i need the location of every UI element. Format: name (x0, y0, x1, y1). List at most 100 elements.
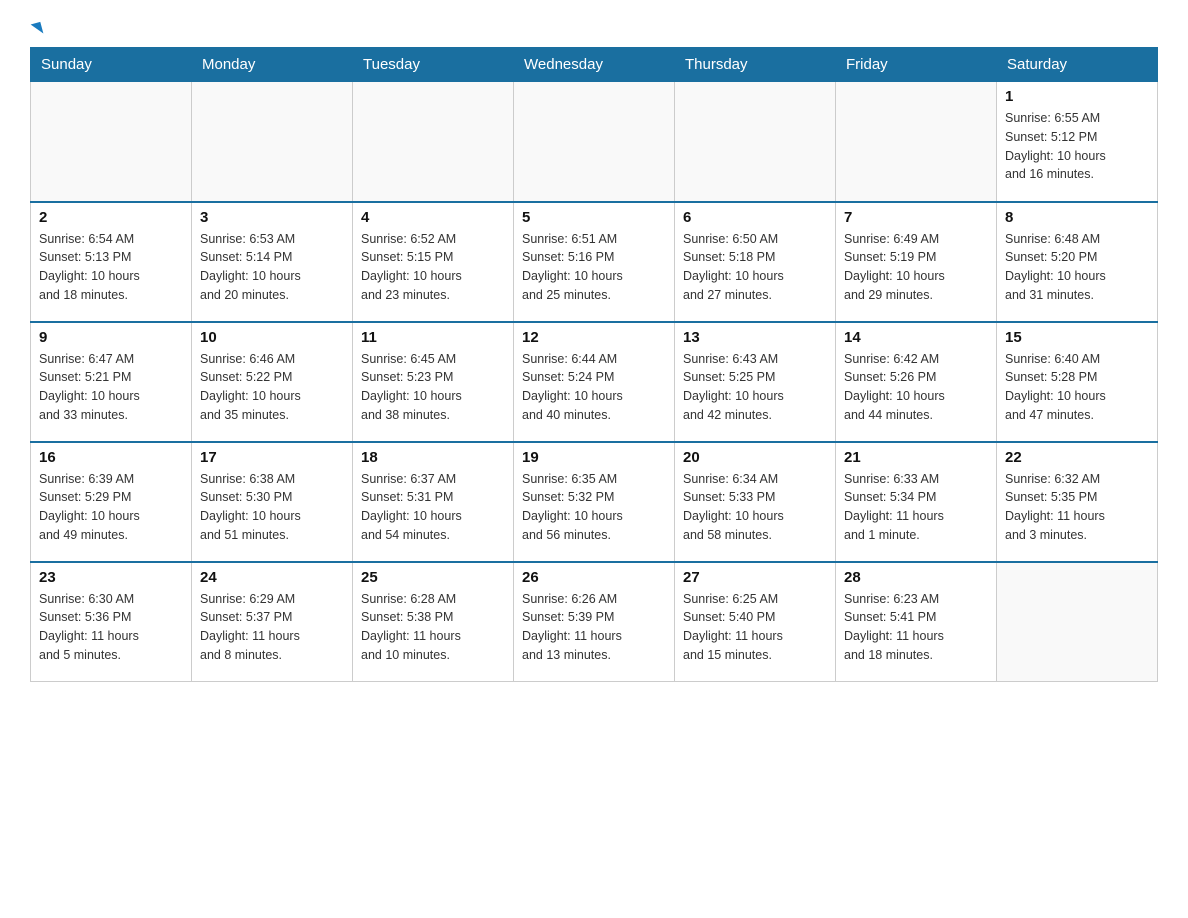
day-number: 15 (1005, 329, 1149, 346)
day-info: Sunrise: 6:42 AMSunset: 5:26 PMDaylight:… (844, 350, 988, 425)
day-info: Sunrise: 6:48 AMSunset: 5:20 PMDaylight:… (1005, 230, 1149, 305)
day-info: Sunrise: 6:37 AMSunset: 5:31 PMDaylight:… (361, 470, 505, 545)
day-info: Sunrise: 6:45 AMSunset: 5:23 PMDaylight:… (361, 350, 505, 425)
calendar-header-thursday: Thursday (675, 48, 836, 82)
day-number: 17 (200, 449, 344, 466)
calendar-day-cell: 19 Sunrise: 6:35 AMSunset: 5:32 PMDayligh… (514, 442, 675, 562)
calendar-day-cell: 16 Sunrise: 6:39 AMSunset: 5:29 PMDayligh… (31, 442, 192, 562)
calendar-day-cell: 18 Sunrise: 6:37 AMSunset: 5:31 PMDayligh… (353, 442, 514, 562)
day-info: Sunrise: 6:55 AMSunset: 5:12 PMDaylight:… (1005, 109, 1149, 184)
calendar-day-cell: 22Sunrise: 6:32 AMSunset: 5:35 PMDayligh… (997, 442, 1158, 562)
calendar-week-row: 9 Sunrise: 6:47 AMSunset: 5:21 PMDaylight… (31, 322, 1158, 442)
day-number: 1 (1005, 88, 1149, 105)
calendar-day-cell: 25 Sunrise: 6:28 AMSunset: 5:38 PMDayligh… (353, 562, 514, 682)
calendar-day-cell: 3 Sunrise: 6:53 AMSunset: 5:14 PMDaylight… (192, 202, 353, 322)
calendar-header-sunday: Sunday (31, 48, 192, 82)
calendar-day-cell: 20Sunrise: 6:34 AMSunset: 5:33 PMDayligh… (675, 442, 836, 562)
day-number: 6 (683, 209, 827, 226)
calendar-day-cell: 1 Sunrise: 6:55 AMSunset: 5:12 PMDaylight… (997, 82, 1158, 202)
calendar-day-cell (353, 82, 514, 202)
calendar-day-cell: 2 Sunrise: 6:54 AMSunset: 5:13 PMDaylight… (31, 202, 192, 322)
day-info: Sunrise: 6:43 AMSunset: 5:25 PMDaylight:… (683, 350, 827, 425)
day-info: Sunrise: 6:53 AMSunset: 5:14 PMDaylight:… (200, 230, 344, 305)
calendar-day-cell: 14 Sunrise: 6:42 AMSunset: 5:26 PMDayligh… (836, 322, 997, 442)
calendar-day-cell (514, 82, 675, 202)
calendar-day-cell: 11 Sunrise: 6:45 AMSunset: 5:23 PMDayligh… (353, 322, 514, 442)
calendar-table: SundayMondayTuesdayWednesdayThursdayFrid… (30, 47, 1158, 682)
day-number: 4 (361, 209, 505, 226)
day-info: Sunrise: 6:26 AMSunset: 5:39 PMDaylight:… (522, 590, 666, 665)
day-number: 16 (39, 449, 183, 466)
calendar-day-cell (836, 82, 997, 202)
day-number: 27 (683, 569, 827, 586)
day-number: 14 (844, 329, 988, 346)
calendar-day-cell: 8 Sunrise: 6:48 AMSunset: 5:20 PMDaylight… (997, 202, 1158, 322)
day-number: 22 (1005, 449, 1149, 466)
calendar-week-row: 1 Sunrise: 6:55 AMSunset: 5:12 PMDaylight… (31, 82, 1158, 202)
day-number: 7 (844, 209, 988, 226)
day-number: 19 (522, 449, 666, 466)
calendar-day-cell: 6 Sunrise: 6:50 AMSunset: 5:18 PMDaylight… (675, 202, 836, 322)
day-info: Sunrise: 6:54 AMSunset: 5:13 PMDaylight:… (39, 230, 183, 305)
day-info: Sunrise: 6:47 AMSunset: 5:21 PMDaylight:… (39, 350, 183, 425)
logo (30, 20, 42, 37)
day-info: Sunrise: 6:49 AMSunset: 5:19 PMDaylight:… (844, 230, 988, 305)
calendar-day-cell: 13 Sunrise: 6:43 AMSunset: 5:25 PMDayligh… (675, 322, 836, 442)
day-info: Sunrise: 6:44 AMSunset: 5:24 PMDaylight:… (522, 350, 666, 425)
calendar-day-cell: 12 Sunrise: 6:44 AMSunset: 5:24 PMDayligh… (514, 322, 675, 442)
calendar-week-row: 23Sunrise: 6:30 AMSunset: 5:36 PMDayligh… (31, 562, 1158, 682)
calendar-header-friday: Friday (836, 48, 997, 82)
logo-triangle-icon (31, 22, 44, 36)
calendar-week-row: 16 Sunrise: 6:39 AMSunset: 5:29 PMDayligh… (31, 442, 1158, 562)
calendar-day-cell (192, 82, 353, 202)
day-info: Sunrise: 6:34 AMSunset: 5:33 PMDaylight:… (683, 470, 827, 545)
day-number: 26 (522, 569, 666, 586)
calendar-day-cell: 4 Sunrise: 6:52 AMSunset: 5:15 PMDaylight… (353, 202, 514, 322)
day-info: Sunrise: 6:51 AMSunset: 5:16 PMDaylight:… (522, 230, 666, 305)
calendar-day-cell: 7 Sunrise: 6:49 AMSunset: 5:19 PMDaylight… (836, 202, 997, 322)
day-number: 11 (361, 329, 505, 346)
day-number: 12 (522, 329, 666, 346)
calendar-day-cell (675, 82, 836, 202)
calendar-day-cell: 9 Sunrise: 6:47 AMSunset: 5:21 PMDaylight… (31, 322, 192, 442)
day-number: 9 (39, 329, 183, 346)
day-number: 2 (39, 209, 183, 226)
day-info: Sunrise: 6:39 AMSunset: 5:29 PMDaylight:… (39, 470, 183, 545)
calendar-day-cell: 26 Sunrise: 6:26 AMSunset: 5:39 PMDayligh… (514, 562, 675, 682)
day-info: Sunrise: 6:30 AMSunset: 5:36 PMDaylight:… (39, 590, 183, 665)
day-info: Sunrise: 6:23 AMSunset: 5:41 PMDaylight:… (844, 590, 988, 665)
calendar-header-tuesday: Tuesday (353, 48, 514, 82)
day-info: Sunrise: 6:46 AMSunset: 5:22 PMDaylight:… (200, 350, 344, 425)
day-number: 13 (683, 329, 827, 346)
calendar-week-row: 2 Sunrise: 6:54 AMSunset: 5:13 PMDaylight… (31, 202, 1158, 322)
day-number: 8 (1005, 209, 1149, 226)
calendar-day-cell: 15 Sunrise: 6:40 AMSunset: 5:28 PMDayligh… (997, 322, 1158, 442)
calendar-day-cell: 21Sunrise: 6:33 AMSunset: 5:34 PMDayligh… (836, 442, 997, 562)
calendar-day-cell: 17 Sunrise: 6:38 AMSunset: 5:30 PMDayligh… (192, 442, 353, 562)
calendar-day-cell: 27 Sunrise: 6:25 AMSunset: 5:40 PMDayligh… (675, 562, 836, 682)
calendar-day-cell: 28 Sunrise: 6:23 AMSunset: 5:41 PMDayligh… (836, 562, 997, 682)
day-number: 5 (522, 209, 666, 226)
day-info: Sunrise: 6:38 AMSunset: 5:30 PMDaylight:… (200, 470, 344, 545)
day-info: Sunrise: 6:28 AMSunset: 5:38 PMDaylight:… (361, 590, 505, 665)
calendar-day-cell: 24 Sunrise: 6:29 AMSunset: 5:37 PMDayligh… (192, 562, 353, 682)
day-info: Sunrise: 6:35 AMSunset: 5:32 PMDaylight:… (522, 470, 666, 545)
day-number: 25 (361, 569, 505, 586)
calendar-day-cell (997, 562, 1158, 682)
calendar-header-row: SundayMondayTuesdayWednesdayThursdayFrid… (31, 48, 1158, 82)
day-info: Sunrise: 6:50 AMSunset: 5:18 PMDaylight:… (683, 230, 827, 305)
day-number: 3 (200, 209, 344, 226)
day-info: Sunrise: 6:52 AMSunset: 5:15 PMDaylight:… (361, 230, 505, 305)
calendar-header-monday: Monday (192, 48, 353, 82)
day-number: 21 (844, 449, 988, 466)
day-info: Sunrise: 6:29 AMSunset: 5:37 PMDaylight:… (200, 590, 344, 665)
calendar-day-cell: 23Sunrise: 6:30 AMSunset: 5:36 PMDayligh… (31, 562, 192, 682)
day-info: Sunrise: 6:40 AMSunset: 5:28 PMDaylight:… (1005, 350, 1149, 425)
day-number: 10 (200, 329, 344, 346)
day-number: 18 (361, 449, 505, 466)
calendar-header-saturday: Saturday (997, 48, 1158, 82)
day-info: Sunrise: 6:25 AMSunset: 5:40 PMDaylight:… (683, 590, 827, 665)
day-number: 28 (844, 569, 988, 586)
calendar-header-wednesday: Wednesday (514, 48, 675, 82)
day-number: 24 (200, 569, 344, 586)
